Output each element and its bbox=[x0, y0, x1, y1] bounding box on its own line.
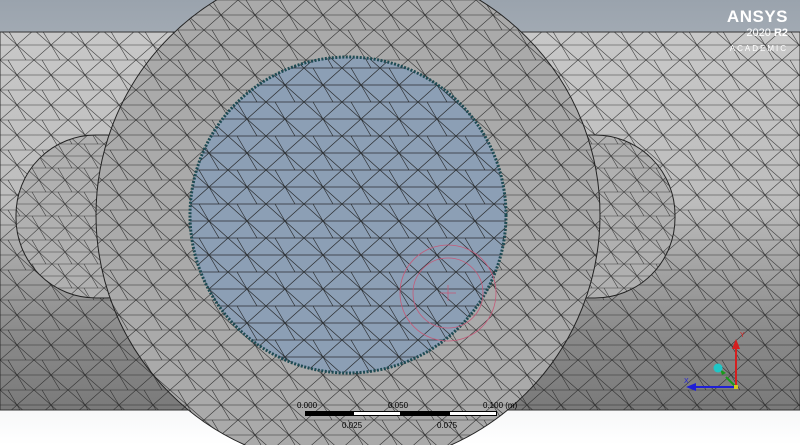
triad-isometric-ball bbox=[713, 363, 723, 373]
logo-version-prefix: 2020 bbox=[746, 27, 774, 39]
graphics-viewport[interactable]: ANSYS 2020 R2 ACADEMIC 0.000 0.050 0.100… bbox=[0, 0, 800, 445]
scale-segment-3 bbox=[401, 411, 449, 416]
logo-brand: ANSYS bbox=[726, 7, 788, 26]
scale-segment-2 bbox=[353, 411, 401, 416]
y-axis-label: Y bbox=[740, 332, 745, 339]
logo-edition: ACADEMIC bbox=[729, 44, 788, 53]
scale-label-3: 0.075 bbox=[437, 421, 458, 430]
triad-origin bbox=[734, 385, 738, 389]
x-axis-label: X bbox=[684, 378, 689, 385]
scale-bar: 0.000 0.050 0.100 (m) 0.025 0.075 bbox=[297, 401, 520, 441]
scale-label-1: 0.025 bbox=[342, 421, 363, 430]
scale-label-0: 0.000 bbox=[297, 401, 318, 410]
axis-triad[interactable]: Y X Z bbox=[678, 325, 758, 400]
logo-version-release: R2 bbox=[773, 27, 788, 39]
scale-label-2: 0.050 bbox=[388, 401, 409, 410]
ansys-logo: ANSYS 2020 R2 ACADEMIC bbox=[727, 8, 788, 53]
scale-segment-4 bbox=[449, 411, 497, 416]
scale-label-4: 0.100 (m) bbox=[483, 401, 518, 410]
y-axis-arrow bbox=[732, 339, 740, 349]
bore-face[interactable] bbox=[188, 55, 508, 375]
logo-version: 2020 R2 bbox=[727, 28, 788, 39]
scale-segment-1 bbox=[305, 411, 353, 416]
